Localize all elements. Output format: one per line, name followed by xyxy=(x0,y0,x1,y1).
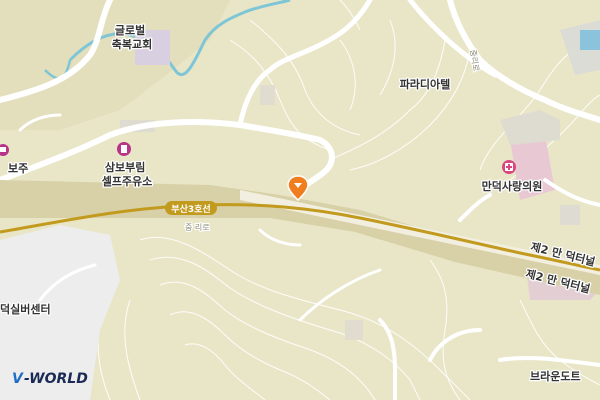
hospital-icon[interactable] xyxy=(502,160,516,174)
rest-area-label-text-line2: 셀프주유소 xyxy=(102,174,153,188)
logo-world: -WORLD xyxy=(24,371,88,387)
church-label-line2: 축복교회 xyxy=(112,37,152,51)
gas-station-icon[interactable] xyxy=(117,142,131,156)
map-svg: 부산3호선 글로벌 축복교회 파라디아텔 만덕사랑의원 보주 삼보부림 셀프주유… xyxy=(0,0,600,400)
map-canvas[interactable]: 부산3호선 글로벌 축복교회 파라디아텔 만덕사랑의원 보주 삼보부림 셀프주유… xyxy=(0,0,600,400)
hospital-label: 만덕사랑의원 xyxy=(482,179,543,193)
vworld-logo: V -WORLD xyxy=(12,371,88,387)
water-tank xyxy=(580,30,600,50)
brown-label: 브라운도트 xyxy=(530,369,581,383)
building-small-3 xyxy=(260,85,275,105)
route-sign: 부산3호선 xyxy=(165,201,217,215)
building-small-2 xyxy=(345,320,363,340)
bojoo-label: 보주 xyxy=(8,162,28,175)
church-label: 글로벌 xyxy=(115,23,145,37)
jungri-road-bottom-label: 중 리로 xyxy=(185,223,210,232)
logo-v: V xyxy=(12,371,24,387)
route-sign-label: 부산3호선 xyxy=(171,203,210,215)
building-small xyxy=(560,205,580,225)
rest-area-label-text: 삼보부림 xyxy=(105,160,145,174)
silver-center-label: 덕실버센터 xyxy=(0,302,51,316)
paradise-label: 파라디아텔 xyxy=(400,77,451,91)
